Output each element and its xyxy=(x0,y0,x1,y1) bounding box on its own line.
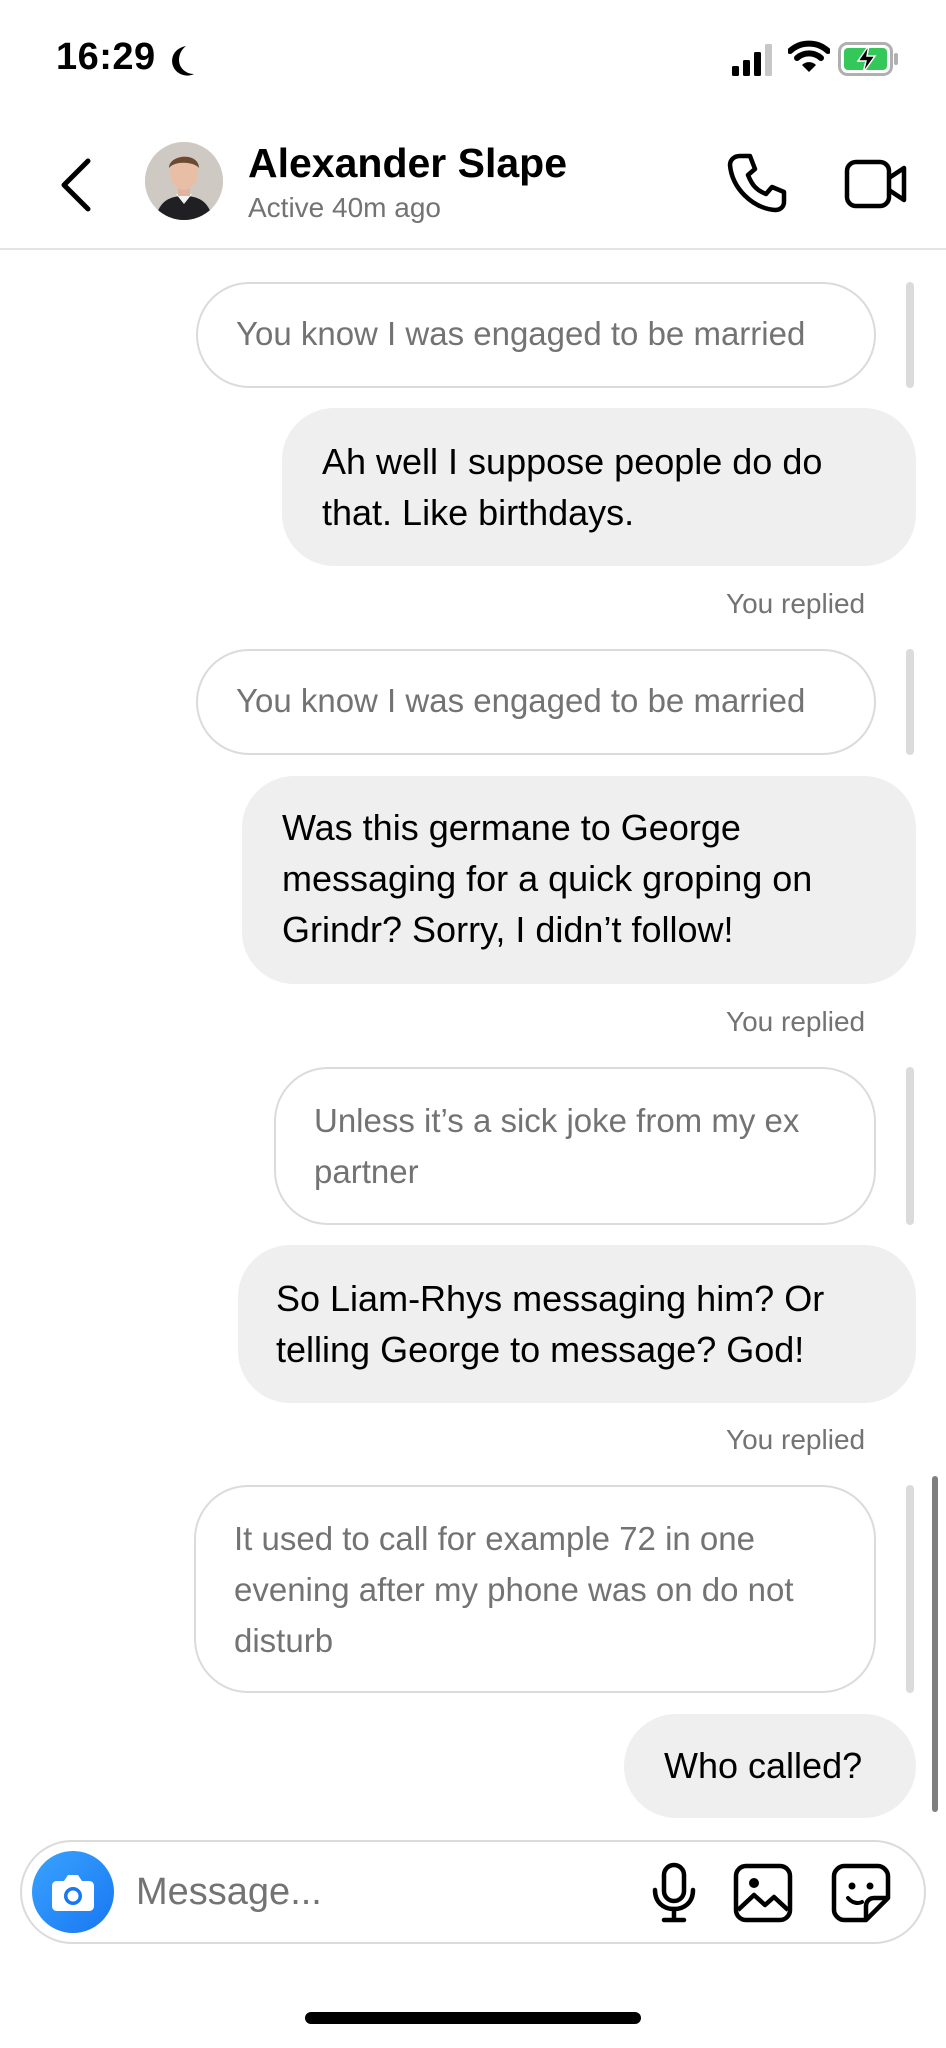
sent-message[interactable]: So Liam-Rhys messaging him? Or telling G… xyxy=(238,1245,916,1403)
sent-message-text: Ah well I suppose people do do that. Lik… xyxy=(322,441,823,533)
microphone-icon[interactable] xyxy=(644,1862,704,1924)
reply-quote-text: Unless it’s a sick joke from my ex partn… xyxy=(314,1102,800,1190)
you-replied-label: You replied xyxy=(726,1006,866,1037)
reply-quote-bar xyxy=(906,1067,914,1225)
reply-quote-text: It used to call for example 72 in one ev… xyxy=(234,1520,794,1659)
you-replied-label: You replied xyxy=(726,588,866,619)
status-bar: 16:29 xyxy=(0,0,946,120)
reply-quote[interactable]: It used to call for example 72 in one ev… xyxy=(194,1485,876,1693)
message-input[interactable] xyxy=(136,1860,616,1924)
chat-header: Alexander Slape Active 40m ago xyxy=(0,120,946,250)
avatar[interactable] xyxy=(145,142,223,220)
sent-message[interactable]: Who called? xyxy=(624,1714,916,1818)
sent-message[interactable]: Ah well I suppose people do do that. Lik… xyxy=(282,408,916,566)
message-composer xyxy=(20,1840,926,1944)
wifi-icon xyxy=(788,40,830,72)
scrollbar[interactable] xyxy=(932,1476,938,1812)
moon-icon xyxy=(172,46,194,76)
back-chevron-icon[interactable] xyxy=(56,155,100,215)
contact-name[interactable]: Alexander Slape xyxy=(248,140,567,187)
home-indicator[interactable] xyxy=(305,2012,641,2024)
reply-quote[interactable]: You know I was engaged to be married xyxy=(196,649,876,755)
reply-quote-bar xyxy=(906,1485,914,1693)
video-camera-icon[interactable] xyxy=(844,156,908,212)
reply-quote-bar xyxy=(906,649,914,755)
sent-message[interactable]: Was this germane to George messaging for… xyxy=(242,776,916,984)
reply-quote-text: You know I was engaged to be married xyxy=(236,315,806,352)
status-time: 16:29 xyxy=(56,36,156,78)
phone-icon[interactable] xyxy=(726,150,790,214)
you-replied-label: You replied xyxy=(726,1424,866,1455)
battery-charging-icon xyxy=(838,42,898,76)
reply-quote-bar xyxy=(906,282,914,388)
reply-quote[interactable]: Unless it’s a sick joke from my ex partn… xyxy=(274,1067,876,1225)
avatar-image xyxy=(145,142,223,220)
reply-quote[interactable]: You know I was engaged to be married xyxy=(196,282,876,388)
active-status: Active 40m ago xyxy=(248,192,441,223)
sent-message-text: Who called? xyxy=(664,1745,863,1786)
image-icon[interactable] xyxy=(732,1862,794,1924)
message-thread[interactable]: You know I was engaged to be married Ah … xyxy=(0,252,946,1822)
camera-button[interactable] xyxy=(32,1851,114,1933)
reply-quote-text: You know I was engaged to be married xyxy=(236,682,806,719)
sent-message-text: So Liam-Rhys messaging him? Or telling G… xyxy=(276,1278,825,1370)
signal-icon xyxy=(732,44,772,76)
sticker-icon[interactable] xyxy=(830,1862,892,1924)
camera-icon xyxy=(52,1875,94,1911)
sent-message-text: Was this germane to George messaging for… xyxy=(282,807,813,950)
